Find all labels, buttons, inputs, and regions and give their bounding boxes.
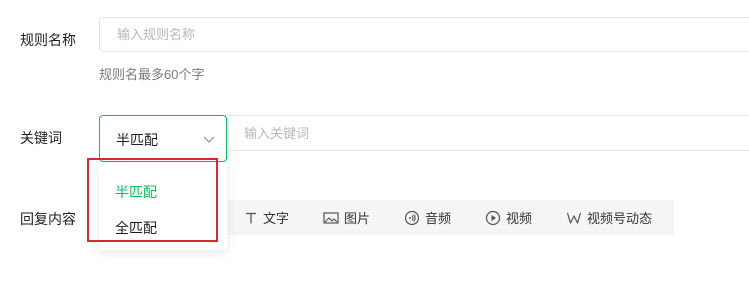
match-mode-select[interactable]: 半匹配 — [99, 115, 227, 162]
tool-audio-label: 音频 — [425, 211, 452, 226]
tool-channels-button[interactable]: 视频号动态 — [566, 200, 652, 235]
keyword-input[interactable] — [228, 116, 744, 150]
match-mode-value: 半匹配 — [116, 132, 158, 148]
tool-text-label: 文字 — [263, 211, 290, 226]
rule-name-field[interactable] — [99, 17, 749, 52]
tool-video-label: 视频 — [506, 211, 533, 226]
video-icon — [485, 210, 501, 225]
rule-name-hint: 规则名最多60个字 — [99, 67, 205, 82]
image-icon — [323, 211, 339, 224]
reply-toolbar: 文字 图片 音频 视频 视频号动态 — [228, 200, 674, 235]
tool-text-button[interactable]: 文字 — [244, 200, 289, 235]
keyword-field[interactable] — [228, 115, 749, 151]
tool-video-button[interactable]: 视频 — [485, 200, 532, 235]
audio-icon — [404, 210, 420, 225]
tool-image-label: 图片 — [344, 211, 371, 226]
channels-icon — [566, 212, 582, 224]
text-icon — [246, 212, 256, 223]
annotation-highlight-box — [87, 158, 218, 242]
keyword-label: 关键词 — [20, 130, 62, 146]
rule-name-input[interactable] — [100, 18, 737, 51]
tool-channels-label: 视频号动态 — [587, 211, 653, 226]
tool-image-button[interactable]: 图片 — [323, 200, 370, 235]
rule-name-label: 规则名称 — [20, 32, 76, 48]
reply-content-label: 回复内容 — [20, 211, 76, 227]
tool-audio-button[interactable]: 音频 — [404, 200, 451, 235]
chevron-down-icon — [203, 136, 215, 143]
